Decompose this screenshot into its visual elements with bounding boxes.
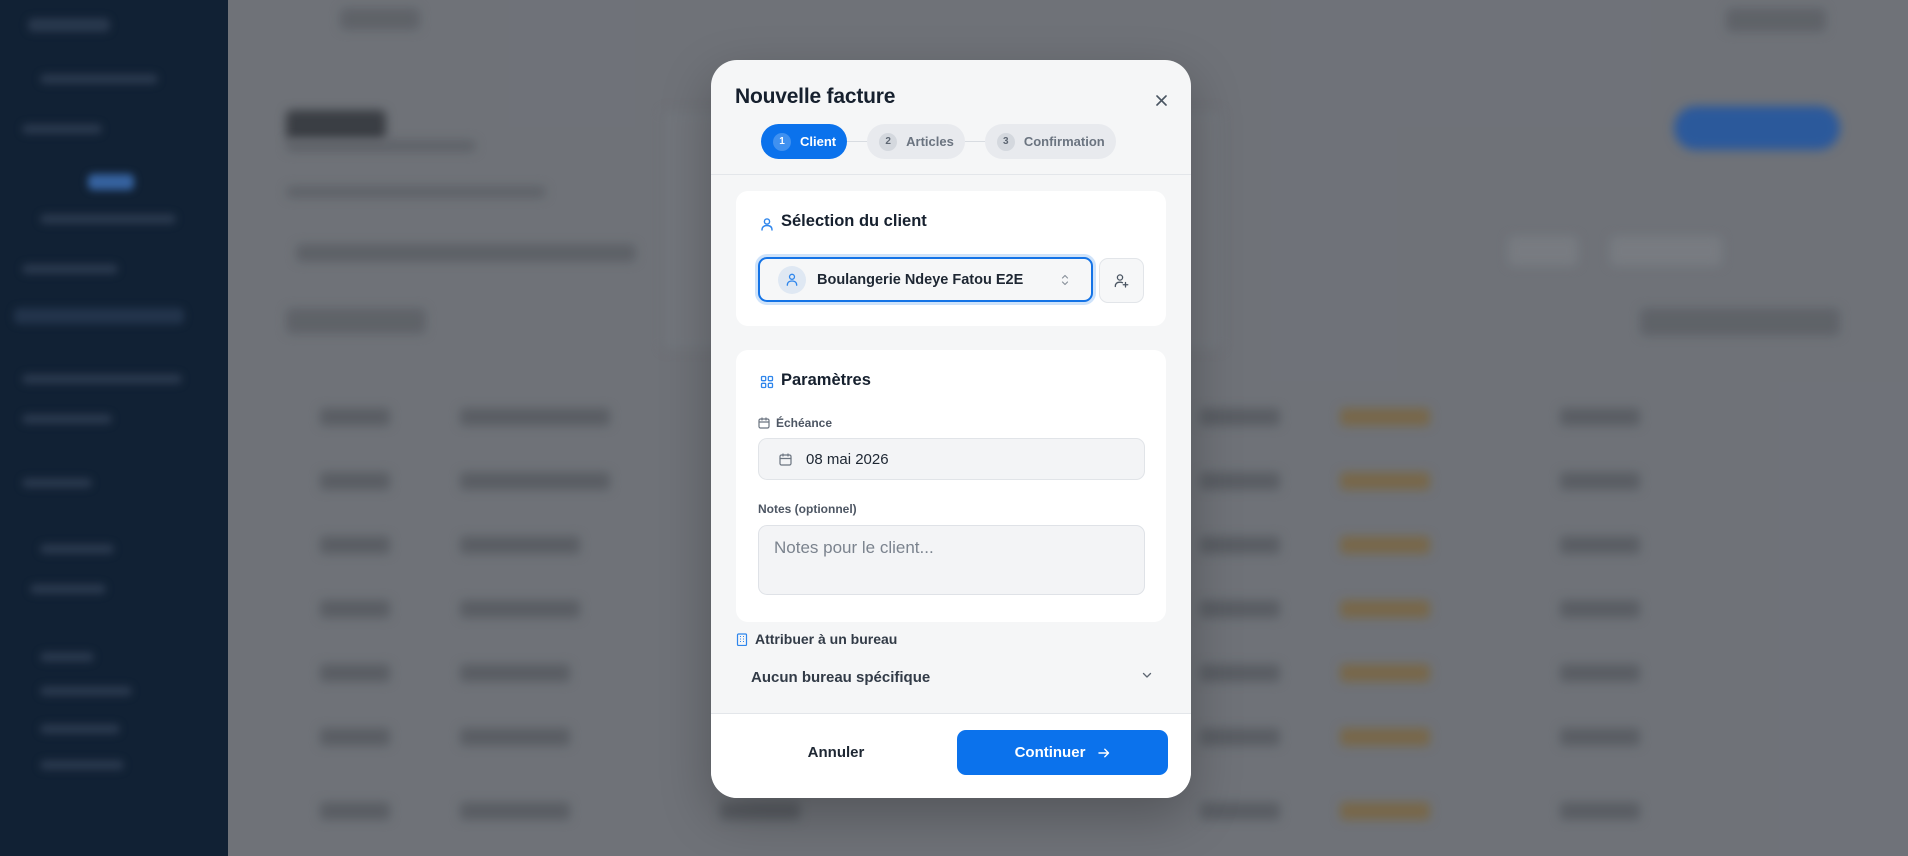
step-number: 2 xyxy=(879,132,898,151)
due-date-input[interactable]: 08 mai 2026 xyxy=(758,438,1145,480)
add-client-button[interactable] xyxy=(1099,258,1144,303)
cancel-button[interactable]: Annuler xyxy=(736,730,936,775)
client-selection-card: Sélection du client Boulangerie Ndeye Fa… xyxy=(736,191,1166,326)
client-avatar xyxy=(778,265,806,294)
user-icon xyxy=(761,218,773,231)
office-selected-value: Aucun bureau spécifique xyxy=(751,668,931,686)
user-icon xyxy=(786,273,798,286)
continue-button[interactable]: Continuer xyxy=(957,730,1168,775)
close-button[interactable] xyxy=(1148,87,1174,113)
parameters-card: Paramètres Échéance 08 mai 2026 Notes (o… xyxy=(736,350,1166,622)
office-select[interactable]: Aucun bureau spécifique xyxy=(736,658,1166,696)
notes-label: Notes (optionnel) xyxy=(758,502,857,516)
new-invoice-modal: Nouvelle facture 1 Client 2 Articles 3 C… xyxy=(711,60,1191,798)
stepper: 1 Client 2 Articles 3 Confirmation xyxy=(761,124,1116,159)
building-icon xyxy=(736,633,748,646)
step-confirmation[interactable]: 3 Confirmation xyxy=(984,124,1116,159)
close-icon xyxy=(1155,94,1167,106)
step-label: Client xyxy=(800,134,837,149)
due-date-label: Échéance xyxy=(758,416,832,430)
selected-client-name: Boulangerie Ndeye Fatou E2E xyxy=(817,271,1024,288)
client-section-title: Sélection du client xyxy=(781,212,927,230)
due-date-label-text: Échéance xyxy=(776,416,833,430)
calendar-icon xyxy=(758,417,770,429)
modal-footer: Annuler Continuer xyxy=(711,713,1191,798)
step-articles[interactable]: 2 Articles xyxy=(867,124,965,159)
params-section-title: Paramètres xyxy=(781,371,871,389)
step-number: 3 xyxy=(996,132,1015,151)
step-label: Articles xyxy=(906,134,954,149)
chevron-up-down-icon xyxy=(1061,274,1069,286)
modal-header: Nouvelle facture 1 Client 2 Articles 3 C… xyxy=(711,60,1191,175)
step-separator xyxy=(847,141,868,142)
step-client[interactable]: 1 Client xyxy=(761,124,848,159)
sliders-icon xyxy=(760,375,774,389)
modal-title: Nouvelle facture xyxy=(735,85,896,108)
step-separator xyxy=(964,141,985,142)
calendar-icon xyxy=(779,452,792,466)
step-label: Confirmation xyxy=(1023,134,1105,149)
arrow-right-icon xyxy=(1098,748,1110,757)
notes-textarea[interactable] xyxy=(758,525,1145,595)
continue-label: Continuer xyxy=(1014,744,1086,761)
client-select[interactable]: Boulangerie Ndeye Fatou E2E xyxy=(758,257,1093,302)
office-label-text: Attribuer à un bureau xyxy=(755,631,898,647)
step-number: 1 xyxy=(773,132,791,151)
user-plus-icon xyxy=(1114,274,1129,288)
chevron-down-icon xyxy=(1142,672,1152,678)
office-label: Attribuer à un bureau xyxy=(736,631,897,647)
due-date-value: 08 mai 2026 xyxy=(806,450,889,468)
